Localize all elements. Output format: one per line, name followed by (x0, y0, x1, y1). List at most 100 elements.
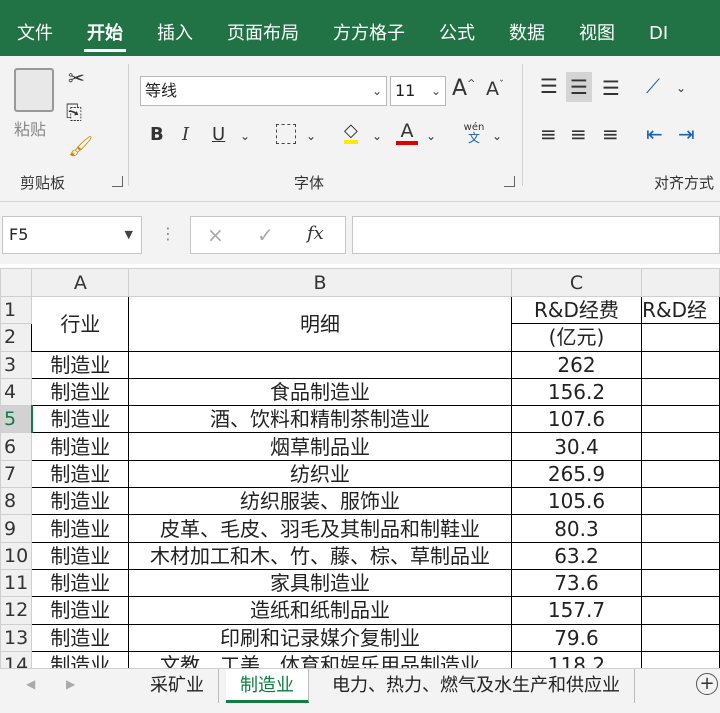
tab-5[interactable]: 公式 (422, 12, 492, 56)
scroll-right-icon[interactable]: ▶ (66, 677, 75, 691)
cell-c[interactable]: 157.7 (510, 596, 643, 625)
row-header[interactable]: 14 (0, 650, 33, 668)
cell-c[interactable]: 118.2 (510, 650, 643, 668)
row-header[interactable]: 1 (0, 295, 33, 325)
clipboard-launcher-icon[interactable] (112, 176, 123, 187)
sheet-tab[interactable]: 采矿业 (136, 669, 219, 703)
paste-label[interactable]: 粘贴 (14, 116, 46, 140)
cell-d[interactable] (641, 514, 720, 543)
cell-b[interactable]: 酒、饮料和精制茶制造业 (128, 405, 512, 434)
cell-a[interactable]: 制造业 (31, 487, 130, 516)
column-header[interactable]: C (510, 268, 643, 297)
cell-c[interactable]: 105.6 (510, 487, 643, 516)
cell-d[interactable] (641, 650, 720, 668)
tab-4[interactable]: 方方格子 (316, 12, 422, 56)
cell-b[interactable]: 木材加工和木、竹、藤、棕、草制品业 (128, 541, 512, 570)
cell-c[interactable]: 262 (510, 350, 643, 379)
cell-c[interactable]: R&D经费 (510, 295, 643, 325)
column-header[interactable]: B (128, 268, 512, 297)
font-color-icon[interactable]: A (396, 122, 418, 145)
cell-c[interactable]: (亿元) (510, 323, 643, 352)
cell-a[interactable]: 制造业 (31, 459, 130, 489)
cell-b[interactable]: 烟草制品业 (128, 432, 512, 461)
cell-b[interactable]: 印刷和记录媒介复制业 (128, 623, 512, 652)
cell-c[interactable]: 73.6 (510, 568, 643, 598)
cell-d[interactable] (641, 541, 720, 570)
cell-d[interactable] (641, 350, 720, 379)
row-header[interactable]: 10 (0, 541, 33, 570)
add-sheet-button[interactable]: + (696, 673, 718, 695)
cell-c[interactable]: 79.6 (510, 623, 643, 652)
cell-a[interactable]: 制造业 (31, 514, 130, 543)
column-header[interactable]: A (31, 268, 130, 297)
column-header[interactable] (641, 268, 720, 297)
borders-icon[interactable] (276, 124, 296, 144)
row-header[interactable]: 5 (0, 405, 33, 434)
row-header[interactable]: 12 (0, 596, 33, 625)
formula-input[interactable] (352, 216, 720, 254)
cell-a[interactable]: 制造业 (31, 568, 130, 598)
row-header[interactable]: 7 (0, 459, 33, 489)
format-painter-icon[interactable]: 🖌 (68, 136, 93, 156)
cell-b[interactable]: 明细 (128, 296, 512, 352)
cell-d[interactable] (641, 432, 720, 461)
fill-color-icon[interactable]: ◇ (344, 122, 358, 144)
align-left-icon[interactable]: ≡ (540, 124, 557, 144)
cell-c[interactable]: 63.2 (510, 541, 643, 570)
tab-2[interactable]: 插入 (140, 12, 210, 56)
cell-b[interactable]: 造纸和纸制品业 (128, 596, 512, 625)
orientation-icon[interactable]: ⟋ (646, 76, 660, 96)
cell-b[interactable]: 家具制造业 (128, 568, 512, 598)
scroll-left-icon[interactable]: ◀ (26, 677, 35, 691)
select-all-corner[interactable] (0, 268, 33, 297)
cell-b[interactable]: 文教、工美、体育和娱乐用品制造业 (128, 650, 512, 668)
cell-d[interactable] (641, 377, 720, 407)
cell-c[interactable]: 80.3 (510, 514, 643, 543)
align-right-icon[interactable]: ≡ (602, 124, 619, 144)
cell-a[interactable]: 制造业 (31, 596, 130, 625)
chevron-down-icon[interactable]: ⌄ (676, 82, 686, 94)
cell-c[interactable]: 30.4 (510, 432, 643, 461)
cell-a[interactable]: 制造业 (31, 623, 130, 652)
italic-button[interactable]: I (182, 126, 189, 144)
cell-d[interactable] (641, 568, 720, 598)
row-header[interactable]: 3 (0, 350, 33, 379)
cell-a[interactable]: 制造业 (31, 350, 130, 379)
tab-0[interactable]: 文件 (0, 12, 70, 56)
cell-b[interactable] (128, 350, 512, 379)
insert-function-icon[interactable]: fx (307, 223, 324, 244)
cell-d[interactable] (641, 459, 720, 489)
cell-b[interactable]: 食品制造业 (128, 377, 512, 407)
shrink-font-button[interactable]: Aˇ (486, 80, 504, 99)
cell-d[interactable] (641, 623, 720, 652)
cell-a[interactable]: 制造业 (31, 541, 130, 570)
tab-1[interactable]: 开始 (70, 12, 140, 56)
row-header[interactable]: 8 (0, 487, 33, 516)
tab-6[interactable]: 数据 (492, 12, 562, 56)
cell-c[interactable]: 107.6 (510, 405, 643, 434)
sheet-tab[interactable]: 制造业 (226, 669, 309, 703)
cell-a[interactable]: 行业 (31, 296, 130, 352)
font-name-select[interactable]: 等线 ⌄ (140, 76, 387, 106)
chevron-down-icon[interactable]: ⌄ (240, 130, 250, 142)
cell-a[interactable]: 制造业 (31, 377, 130, 407)
cell-b[interactable]: 皮革、毛皮、羽毛及其制品和制鞋业 (128, 514, 512, 543)
phonetic-guide-icon[interactable]: wén 文 (462, 122, 486, 144)
cell-a[interactable]: 制造业 (31, 405, 130, 434)
cell-d[interactable] (641, 487, 720, 516)
underline-button[interactable]: U (212, 126, 225, 144)
bold-button[interactable]: B (150, 126, 164, 144)
cell-b[interactable]: 纺织服装、服饰业 (128, 487, 512, 516)
scissors-icon[interactable]: ✂ (68, 68, 85, 88)
cell-a[interactable]: 制造业 (31, 432, 130, 461)
cell-d[interactable]: R&D经 (641, 295, 720, 325)
font-size-select[interactable]: 11 ⌄ (390, 76, 446, 106)
chevron-down-icon[interactable]: ⌄ (426, 130, 436, 142)
cell-b[interactable]: 纺织业 (128, 459, 512, 489)
copy-icon[interactable]: ⎘ (66, 102, 82, 122)
align-middle-icon[interactable]: ☰ (566, 72, 592, 102)
cell-d[interactable] (641, 323, 720, 352)
align-bottom-icon[interactable]: ☰ (602, 78, 620, 98)
row-header[interactable]: 6 (0, 432, 33, 461)
grow-font-button[interactable]: A^ (452, 78, 475, 100)
